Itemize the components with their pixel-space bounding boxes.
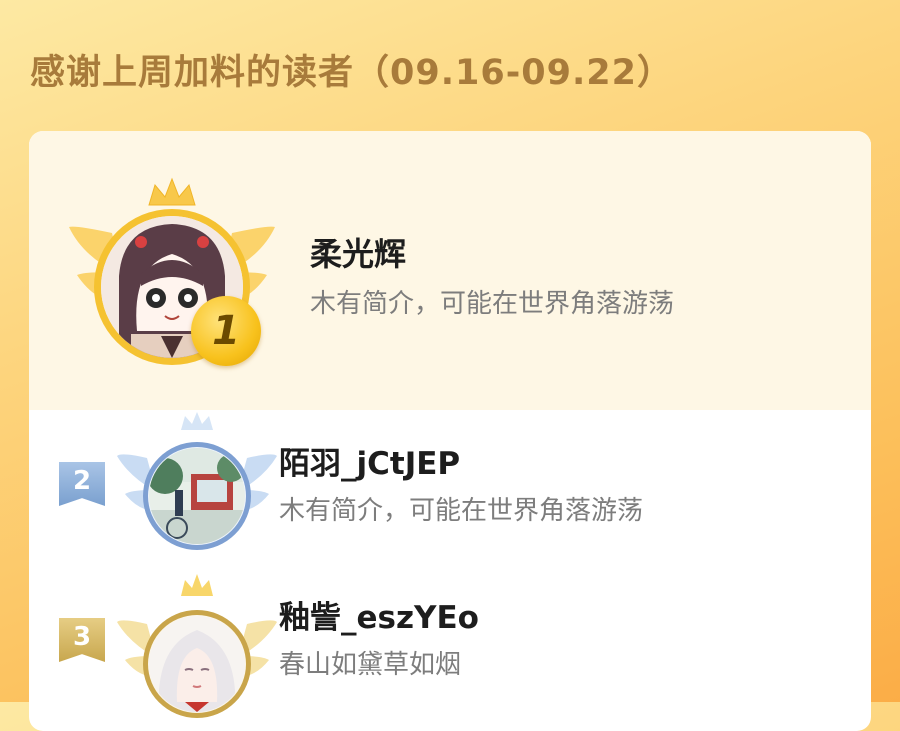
reader-name[interactable]: 柔光辉 bbox=[310, 229, 406, 275]
reader-bio: 春山如黛草如烟 bbox=[279, 650, 462, 680]
reader-row-rank-1[interactable]: 1 柔光辉 木有简介，可能在世界角落游荡 bbox=[29, 131, 871, 410]
page-title: 感谢上周加料的读者（09.16-09.22） bbox=[30, 53, 673, 93]
reader-row-rank-3[interactable]: 3 釉訾_eszYEo 春山如黛草如烟 bbox=[29, 560, 871, 731]
avatar[interactable] bbox=[149, 616, 245, 712]
rank-3-badge: 3 bbox=[59, 618, 105, 662]
leaderboard-card: 1 柔光辉 木有简介，可能在世界角落游荡 2 陌羽_jCtJEP 木有简介，可能… bbox=[29, 131, 871, 731]
avatar[interactable] bbox=[149, 448, 245, 544]
reader-name[interactable]: 陌羽_jCtJEP bbox=[279, 438, 460, 483]
rank-1-medal: 1 bbox=[191, 296, 261, 366]
reader-row-rank-2[interactable]: 2 陌羽_jCtJEP 木有简介，可能在世界角落游荡 bbox=[29, 410, 871, 560]
rank-2-badge: 2 bbox=[59, 462, 105, 506]
reader-bio: 木有简介，可能在世界角落游荡 bbox=[279, 496, 644, 526]
reader-bio: 木有简介，可能在世界角落游荡 bbox=[310, 289, 675, 319]
reader-name[interactable]: 釉訾_eszYEo bbox=[279, 592, 479, 637]
